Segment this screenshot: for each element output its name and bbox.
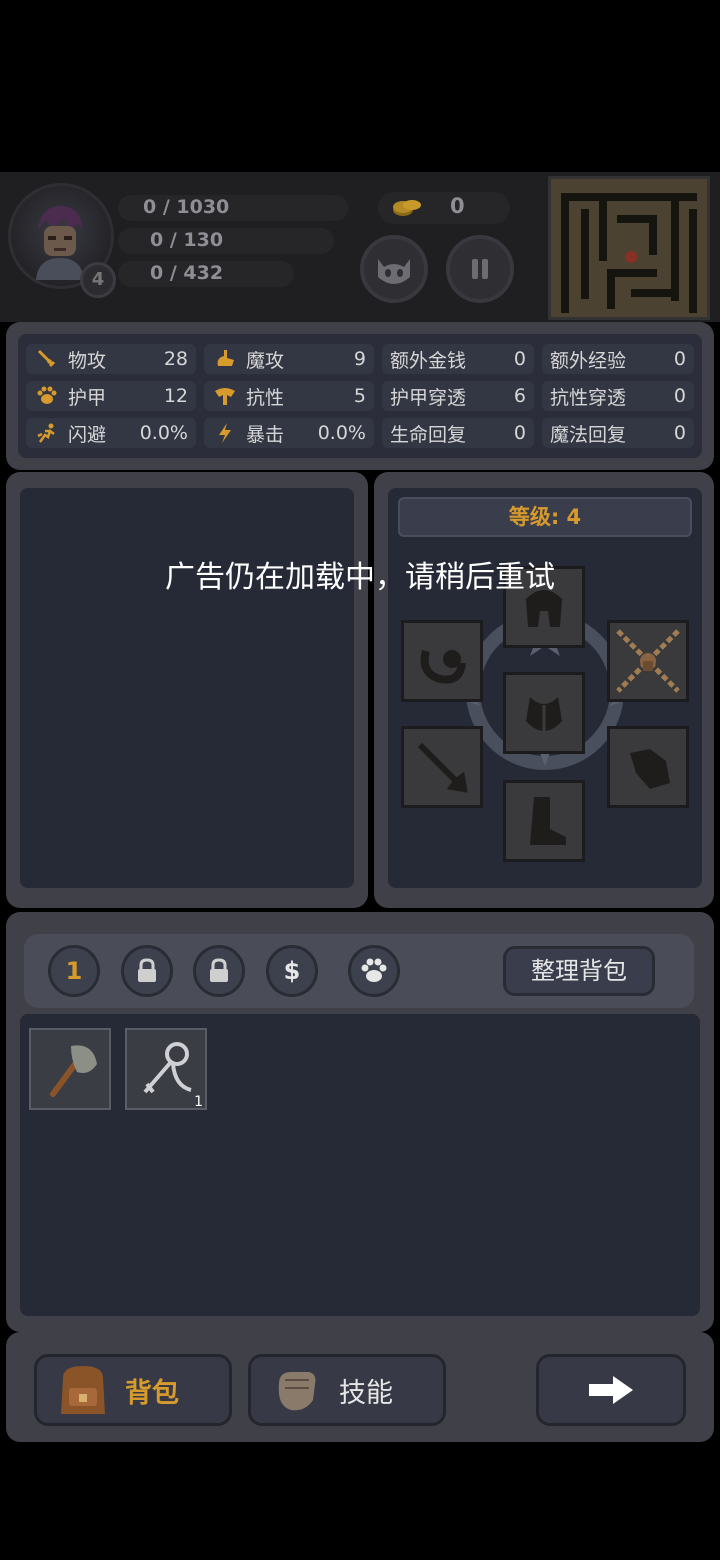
- sword-icon: [34, 348, 60, 370]
- arrow-right-icon: [589, 1376, 633, 1404]
- level-badge: 4: [80, 262, 116, 298]
- stat-value: 0: [673, 348, 686, 370]
- stat-value: 9: [353, 348, 366, 370]
- stat-value: 0: [513, 348, 526, 370]
- stat-2: 额外金钱 0: [382, 344, 534, 374]
- stat-label: 暴击: [246, 423, 285, 446]
- skill-nav-label: 技能: [339, 1377, 393, 1409]
- bag-item-axe[interactable]: [29, 1028, 111, 1110]
- boots-slot[interactable]: [503, 780, 585, 862]
- minimap[interactable]: [548, 176, 710, 320]
- shop-tab[interactable]: $: [266, 945, 318, 997]
- weapon-slot[interactable]: [401, 726, 483, 808]
- bag-grid: [20, 1014, 700, 1316]
- stat-label: 魔法回复: [550, 423, 627, 446]
- gloves-slot[interactable]: [607, 726, 689, 808]
- dollar-icon: $: [283, 957, 301, 985]
- pause-button[interactable]: [446, 235, 514, 303]
- axe-icon: [50, 1045, 97, 1097]
- resist-icon: [212, 385, 238, 407]
- stat-6: 护甲穿透 6: [382, 381, 534, 411]
- paw-icon: [361, 958, 387, 982]
- stat-label: 护甲: [68, 386, 107, 409]
- stat-1: 魔攻 9: [204, 344, 374, 374]
- stat-value: 0: [513, 422, 526, 444]
- bag-tab-locked-2[interactable]: [193, 945, 245, 997]
- armor-slot[interactable]: [503, 672, 585, 754]
- stat-9: 暴击 0.0%: [204, 418, 374, 448]
- monster-face-icon: [378, 259, 410, 284]
- stat-value: 6: [513, 385, 526, 407]
- sword-icon: [417, 742, 468, 793]
- equipment-level-label: 等级: 4: [398, 497, 692, 537]
- stat-label: 魔攻: [246, 349, 285, 372]
- stat-value: 0.0%: [139, 422, 188, 444]
- gold-coins-icon: [393, 200, 421, 216]
- boot-icon: [530, 797, 566, 845]
- stat-value: 0: [673, 422, 686, 444]
- stat-value: 0: [673, 385, 686, 407]
- pet-tab[interactable]: [348, 945, 400, 997]
- stat-value: 0.0%: [317, 422, 366, 444]
- bag-tab-1[interactable]: 1: [48, 945, 100, 997]
- stat-7: 抗性穿透 0: [542, 381, 694, 411]
- necklace-icon: [420, 649, 466, 684]
- bag-nav-button[interactable]: 背包: [34, 1354, 232, 1426]
- magic-hand-icon: [212, 348, 238, 370]
- chest-armor-icon: [526, 697, 562, 735]
- stat-11: 魔法回复 0: [542, 418, 694, 448]
- stat-label: 额外金钱: [390, 349, 467, 372]
- dodge-icon: [34, 422, 60, 444]
- stat-label: 额外经验: [550, 349, 627, 372]
- stat-value: 5: [353, 385, 366, 407]
- pet-button[interactable]: [360, 235, 428, 303]
- stat-label: 物攻: [68, 349, 107, 372]
- ad-loading-toast: 广告仍在加载中，请稍后重试: [165, 560, 555, 595]
- backpack-icon: [61, 1366, 105, 1414]
- stat-value: 12: [163, 385, 188, 407]
- sort-bag-button[interactable]: 整理背包: [503, 946, 655, 996]
- character-panel-inner: [20, 488, 354, 888]
- stat-5: 抗性 5: [204, 381, 374, 411]
- necklace-slot[interactable]: [401, 620, 483, 702]
- stat-value: 28: [163, 348, 188, 370]
- lock-icon: [210, 958, 228, 982]
- stat-3: 额外经验 0: [542, 344, 694, 374]
- mp-text: 0 / 130: [150, 229, 224, 251]
- stat-4: 护甲 12: [26, 381, 196, 411]
- stat-0: 物攻 28: [26, 344, 196, 374]
- gold-amount: 0: [450, 194, 465, 218]
- skill-nav-button[interactable]: 技能: [248, 1354, 446, 1426]
- stat-label: 闪避: [68, 423, 107, 446]
- pause-icon: [472, 259, 488, 279]
- exp-text: 0 / 432: [150, 262, 224, 284]
- stat-10: 生命回复 0: [382, 418, 534, 448]
- bag-nav-label: 背包: [125, 1377, 179, 1409]
- bag-item-hook-key[interactable]: 1: [125, 1028, 207, 1110]
- chain-lock-icon: [616, 629, 680, 693]
- ring-slot[interactable]: [607, 620, 689, 702]
- item-count: 1: [194, 1094, 203, 1110]
- maze-map-icon: [551, 179, 707, 317]
- hp-text: 0 / 1030: [143, 196, 230, 218]
- stat-label: 抗性: [246, 386, 285, 409]
- lock-icon: [138, 958, 156, 982]
- bag-tab-locked-1[interactable]: [121, 945, 173, 997]
- armor-icon: [34, 385, 60, 407]
- stat-label: 生命回复: [390, 423, 467, 446]
- stat-label: 抗性穿透: [550, 386, 627, 409]
- fist-icon: [278, 1372, 316, 1411]
- glove-icon: [630, 749, 670, 789]
- hook-key-icon: [143, 1042, 192, 1094]
- hero-portrait: [36, 206, 84, 280]
- stat-8: 闪避 0.0%: [26, 418, 196, 448]
- stat-label: 护甲穿透: [390, 386, 467, 409]
- next-button[interactable]: [536, 1354, 686, 1426]
- lightning-icon: [212, 422, 238, 444]
